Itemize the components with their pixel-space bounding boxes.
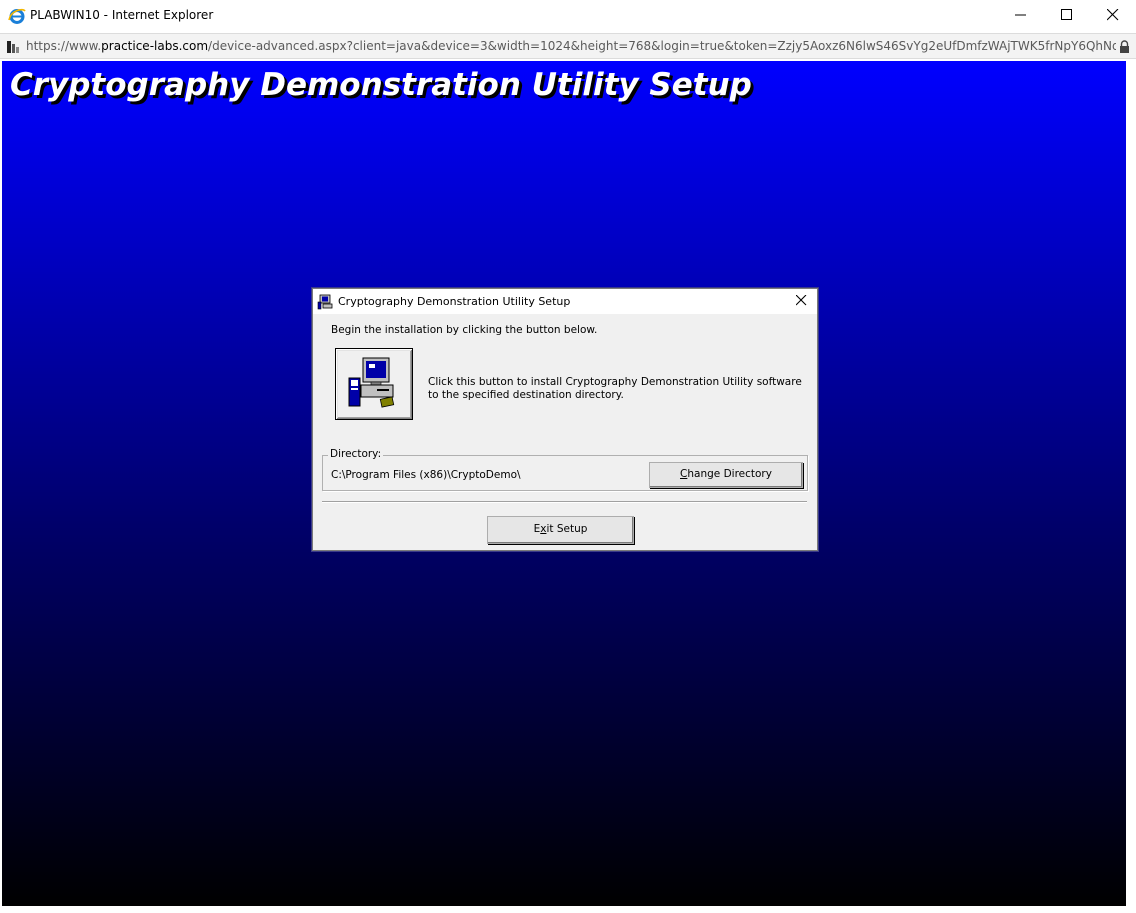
dialog-separator <box>322 501 807 503</box>
install-description: Click this button to install Cryptograph… <box>428 376 802 401</box>
computer-install-icon <box>348 357 395 408</box>
directory-path: C:\Program Files (x86)\CryptoDemo\ <box>331 469 521 481</box>
change-directory-label: Change Directory <box>680 468 772 480</box>
window-right-edge <box>1126 61 1136 906</box>
setup-banner-title: Cryptography Demonstration Utility Setup <box>10 67 752 103</box>
close-icon <box>796 295 807 306</box>
lock-icon[interactable] <box>1119 39 1130 53</box>
url-domain: practice-labs.com <box>101 39 209 53</box>
url-text[interactable]: https://www.practice-labs.com/device-adv… <box>26 39 1116 53</box>
setup-dialog: Cryptography Demonstration Utility Setup… <box>312 288 818 551</box>
dialog-title: Cryptography Demonstration Utility Setup <box>338 295 571 308</box>
site-favicon-icon <box>6 39 20 53</box>
url-prefix: https://www. <box>26 39 102 53</box>
install-button[interactable] <box>335 348 413 420</box>
window-title: PLABWIN10 - Internet Explorer <box>30 8 214 22</box>
window-titlebar: PLABWIN10 - Internet Explorer <box>0 0 1136 31</box>
dialog-titlebar[interactable]: Cryptography Demonstration Utility Setup <box>313 289 817 314</box>
internet-explorer-icon <box>8 7 26 25</box>
minimize-icon <box>1015 14 1026 16</box>
setup-app-icon <box>317 294 333 310</box>
directory-label: Directory: <box>328 448 384 460</box>
close-icon <box>1107 9 1119 21</box>
address-bar[interactable]: https://www.practice-labs.com/device-adv… <box>0 33 1136 59</box>
minimize-button[interactable] <box>998 0 1044 31</box>
install-instruction: Begin the installation by clicking the b… <box>331 324 598 336</box>
exit-setup-label: Exit Setup <box>533 523 588 535</box>
dialog-close-button[interactable] <box>787 289 817 314</box>
url-path: /device-advanced.aspx?client=java&device… <box>208 39 1116 53</box>
close-button[interactable] <box>1090 0 1136 31</box>
maximize-icon <box>1061 9 1072 20</box>
directory-groupbox: Directory: C:\Program Files (x86)\Crypto… <box>322 448 808 491</box>
maximize-button[interactable] <box>1044 0 1090 31</box>
change-directory-button[interactable]: Change Directory <box>649 462 803 488</box>
exit-setup-button[interactable]: Exit Setup <box>487 516 634 544</box>
